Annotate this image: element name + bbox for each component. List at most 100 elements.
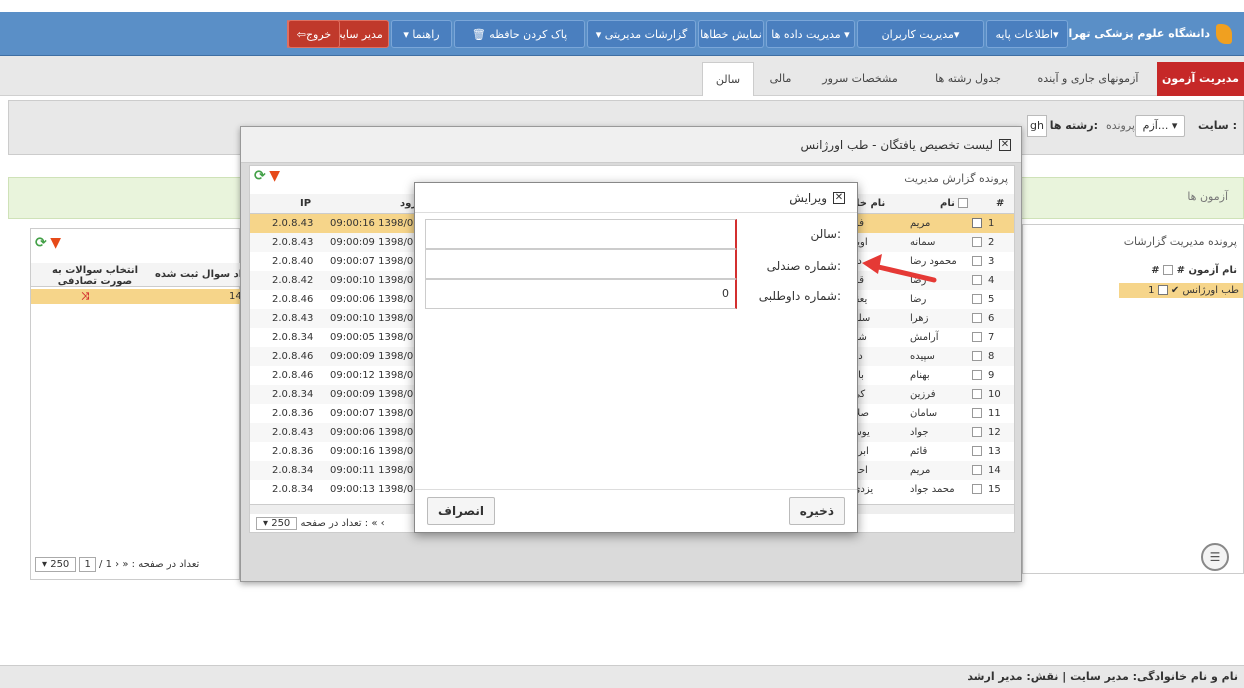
row-checkbox[interactable]	[972, 237, 982, 247]
refresh-icon[interactable]: ⟳	[35, 235, 47, 251]
row-checkbox[interactable]	[972, 313, 982, 323]
prev-page-icon[interactable]: ‹	[115, 559, 119, 570]
window-close-icon[interactable]: ✕	[999, 139, 1011, 151]
page-size-select[interactable]: ▾ 250	[35, 557, 77, 572]
page-count: 1 /	[99, 559, 112, 570]
cell-name: محمد جواد	[910, 484, 955, 495]
filter-icon[interactable]: ▼	[269, 168, 280, 184]
dialog-divider	[415, 489, 857, 490]
window-pager: ▾ 250 تعداد در صفحه : « ‹	[256, 516, 385, 532]
site-select[interactable]: آزم... ▾	[1135, 115, 1185, 137]
first-page-icon[interactable]: «	[371, 518, 377, 529]
cell-time: 09:00:09 1398/0	[330, 389, 414, 400]
cell-name: بهنام	[910, 370, 930, 381]
dialog-close-icon[interactable]: ✕	[833, 192, 845, 204]
shuffle-icon[interactable]: ⤨	[81, 289, 89, 304]
cell-time: 09:00:16 1398/0	[330, 218, 414, 229]
menu-data-management[interactable]: مدیریت داده ها ▾	[766, 20, 855, 48]
page-size-select[interactable]: ▾ 250	[256, 517, 298, 530]
dialog-title: ویرایش	[789, 191, 827, 205]
exam-row[interactable]: 1 ✔ طب اورژانس	[1119, 283, 1243, 298]
hall-label: سالن:	[810, 227, 841, 241]
cell-ip: 2.0.8.34	[272, 332, 314, 343]
select-all-checkbox[interactable]	[1163, 265, 1174, 275]
menu-management-reports[interactable]: ▾ گزارشات مدیریتی	[587, 20, 696, 48]
row-checkbox[interactable]	[972, 332, 982, 342]
tab-fields-table[interactable]: جدول رشته ها	[916, 62, 1020, 96]
dialog-titlebar: ویرایش ✕	[415, 183, 857, 213]
seat-field[interactable]	[425, 249, 737, 279]
cell-ip: 2.0.8.34	[272, 484, 314, 495]
row-checkbox[interactable]	[972, 218, 982, 228]
menu-circle-icon[interactable]: ☰	[1201, 543, 1229, 571]
select-all-checkbox[interactable]	[958, 198, 969, 208]
grid-tools: ⟳ ▼	[35, 235, 75, 253]
brand[interactable]: دانشگاه علوم پزشکی تهران	[1059, 12, 1232, 56]
question-grid-header: انتخاب سوالات به صورت تصادفی تعداد سوال …	[31, 263, 241, 287]
cell-n: 1	[988, 218, 995, 229]
row-checkbox[interactable]	[972, 465, 982, 475]
col-exam-name: نام آزمون	[1188, 265, 1237, 276]
cell-ip: 2.0.8.46	[272, 351, 314, 362]
page-size-label: تعداد در صفحه :	[131, 559, 200, 570]
field-input[interactable]: gh	[1027, 115, 1047, 137]
row-checkbox[interactable]	[972, 351, 982, 361]
cell-ip: 2.0.8.43	[272, 427, 314, 438]
page-size-value: 250	[50, 559, 70, 570]
row-checkbox[interactable]	[972, 408, 982, 418]
status-text: نام و نام خانوادگی: مدیر سایت | نقش: مدی…	[967, 670, 1238, 683]
row-checkbox[interactable]	[972, 427, 982, 437]
logout-button[interactable]: ⇦خروج	[288, 20, 340, 48]
row-checkbox[interactable]	[1157, 285, 1168, 295]
row-checkbox[interactable]	[972, 294, 982, 304]
row-checkbox[interactable]	[972, 389, 982, 399]
col-random-select: انتخاب سوالات به صورت تصادفی	[51, 265, 139, 287]
menu-basic-info[interactable]: اطلاعات پایه▾	[986, 20, 1068, 48]
cell-name: زهرا	[910, 313, 929, 324]
cell-n: 10	[988, 389, 1001, 400]
cancel-button[interactable]: انصراف	[427, 497, 495, 525]
page-input[interactable]: 1	[79, 557, 96, 572]
window-menu[interactable]: پرونده گزارش مدیریت	[904, 172, 1008, 185]
tab-server-specs[interactable]: مشخصات سرور	[807, 62, 913, 96]
clear-cache-button[interactable]: 🗑 پاک کردن حافظه	[454, 20, 585, 48]
cell-name: رضا	[910, 294, 927, 305]
row-exam-name: طب اورژانس	[1182, 285, 1239, 296]
cell-time: 09:00:11 1398/0	[330, 465, 414, 476]
hall-field[interactable]	[425, 219, 737, 249]
candidate-number-field[interactable]: 0	[425, 279, 737, 309]
row-checkbox[interactable]	[972, 370, 982, 380]
dossier-link[interactable]: پرونده	[1106, 119, 1135, 132]
exam-list-menu[interactable]: پرونده مدیریت گزارشات	[1124, 235, 1237, 248]
row-checkbox[interactable]	[972, 484, 982, 494]
refresh-icon[interactable]: ⟳	[254, 168, 266, 184]
row-checkbox[interactable]	[972, 275, 982, 285]
tab-finance[interactable]: مالی	[756, 62, 805, 96]
question-row[interactable]: ⤨ 14	[31, 289, 241, 304]
cell-ip: 2.0.8.40	[272, 256, 314, 267]
menu-help[interactable]: ▾ راهنما	[391, 20, 452, 48]
cell-n: 12	[988, 427, 1001, 438]
row-number: 1	[1148, 285, 1155, 296]
top-navbar: دانشگاه علوم پزشکی تهران اطلاعات پایه▾ م…	[0, 12, 1244, 56]
first-page-icon[interactable]: «	[122, 559, 128, 570]
cell-ip: 2.0.8.43	[272, 218, 314, 229]
row-checkbox[interactable]	[972, 446, 982, 456]
cell-n: 4	[988, 275, 995, 286]
cell-time: 09:00:06 1398/0	[330, 294, 414, 305]
row-checkbox[interactable]	[972, 256, 982, 266]
prev-page-icon[interactable]: ‹	[381, 518, 385, 529]
red-arrow-icon	[862, 254, 937, 283]
cell-ip: 2.0.8.46	[272, 370, 314, 381]
tab-exam-management[interactable]: مدیریت آزمون	[1157, 62, 1244, 96]
menu-show-errors[interactable]: نمایش خطاها	[698, 20, 764, 48]
cell-time: 09:00:13 1398/0	[330, 484, 414, 495]
tab-current-exams[interactable]: آزمونهای جاری و آینده	[1022, 62, 1154, 96]
filter-icon[interactable]: ▼	[50, 235, 61, 251]
save-button[interactable]: ذخیره	[788, 497, 845, 525]
menu-user-management[interactable]: مدیریت کاربران▾	[857, 20, 984, 48]
cell-name: سپیده	[910, 351, 935, 362]
tab-hall[interactable]: سالن	[702, 62, 754, 96]
candidate-number-label: شماره داوطلبی:	[758, 289, 841, 303]
field-label: رشته ها:	[1049, 119, 1098, 132]
